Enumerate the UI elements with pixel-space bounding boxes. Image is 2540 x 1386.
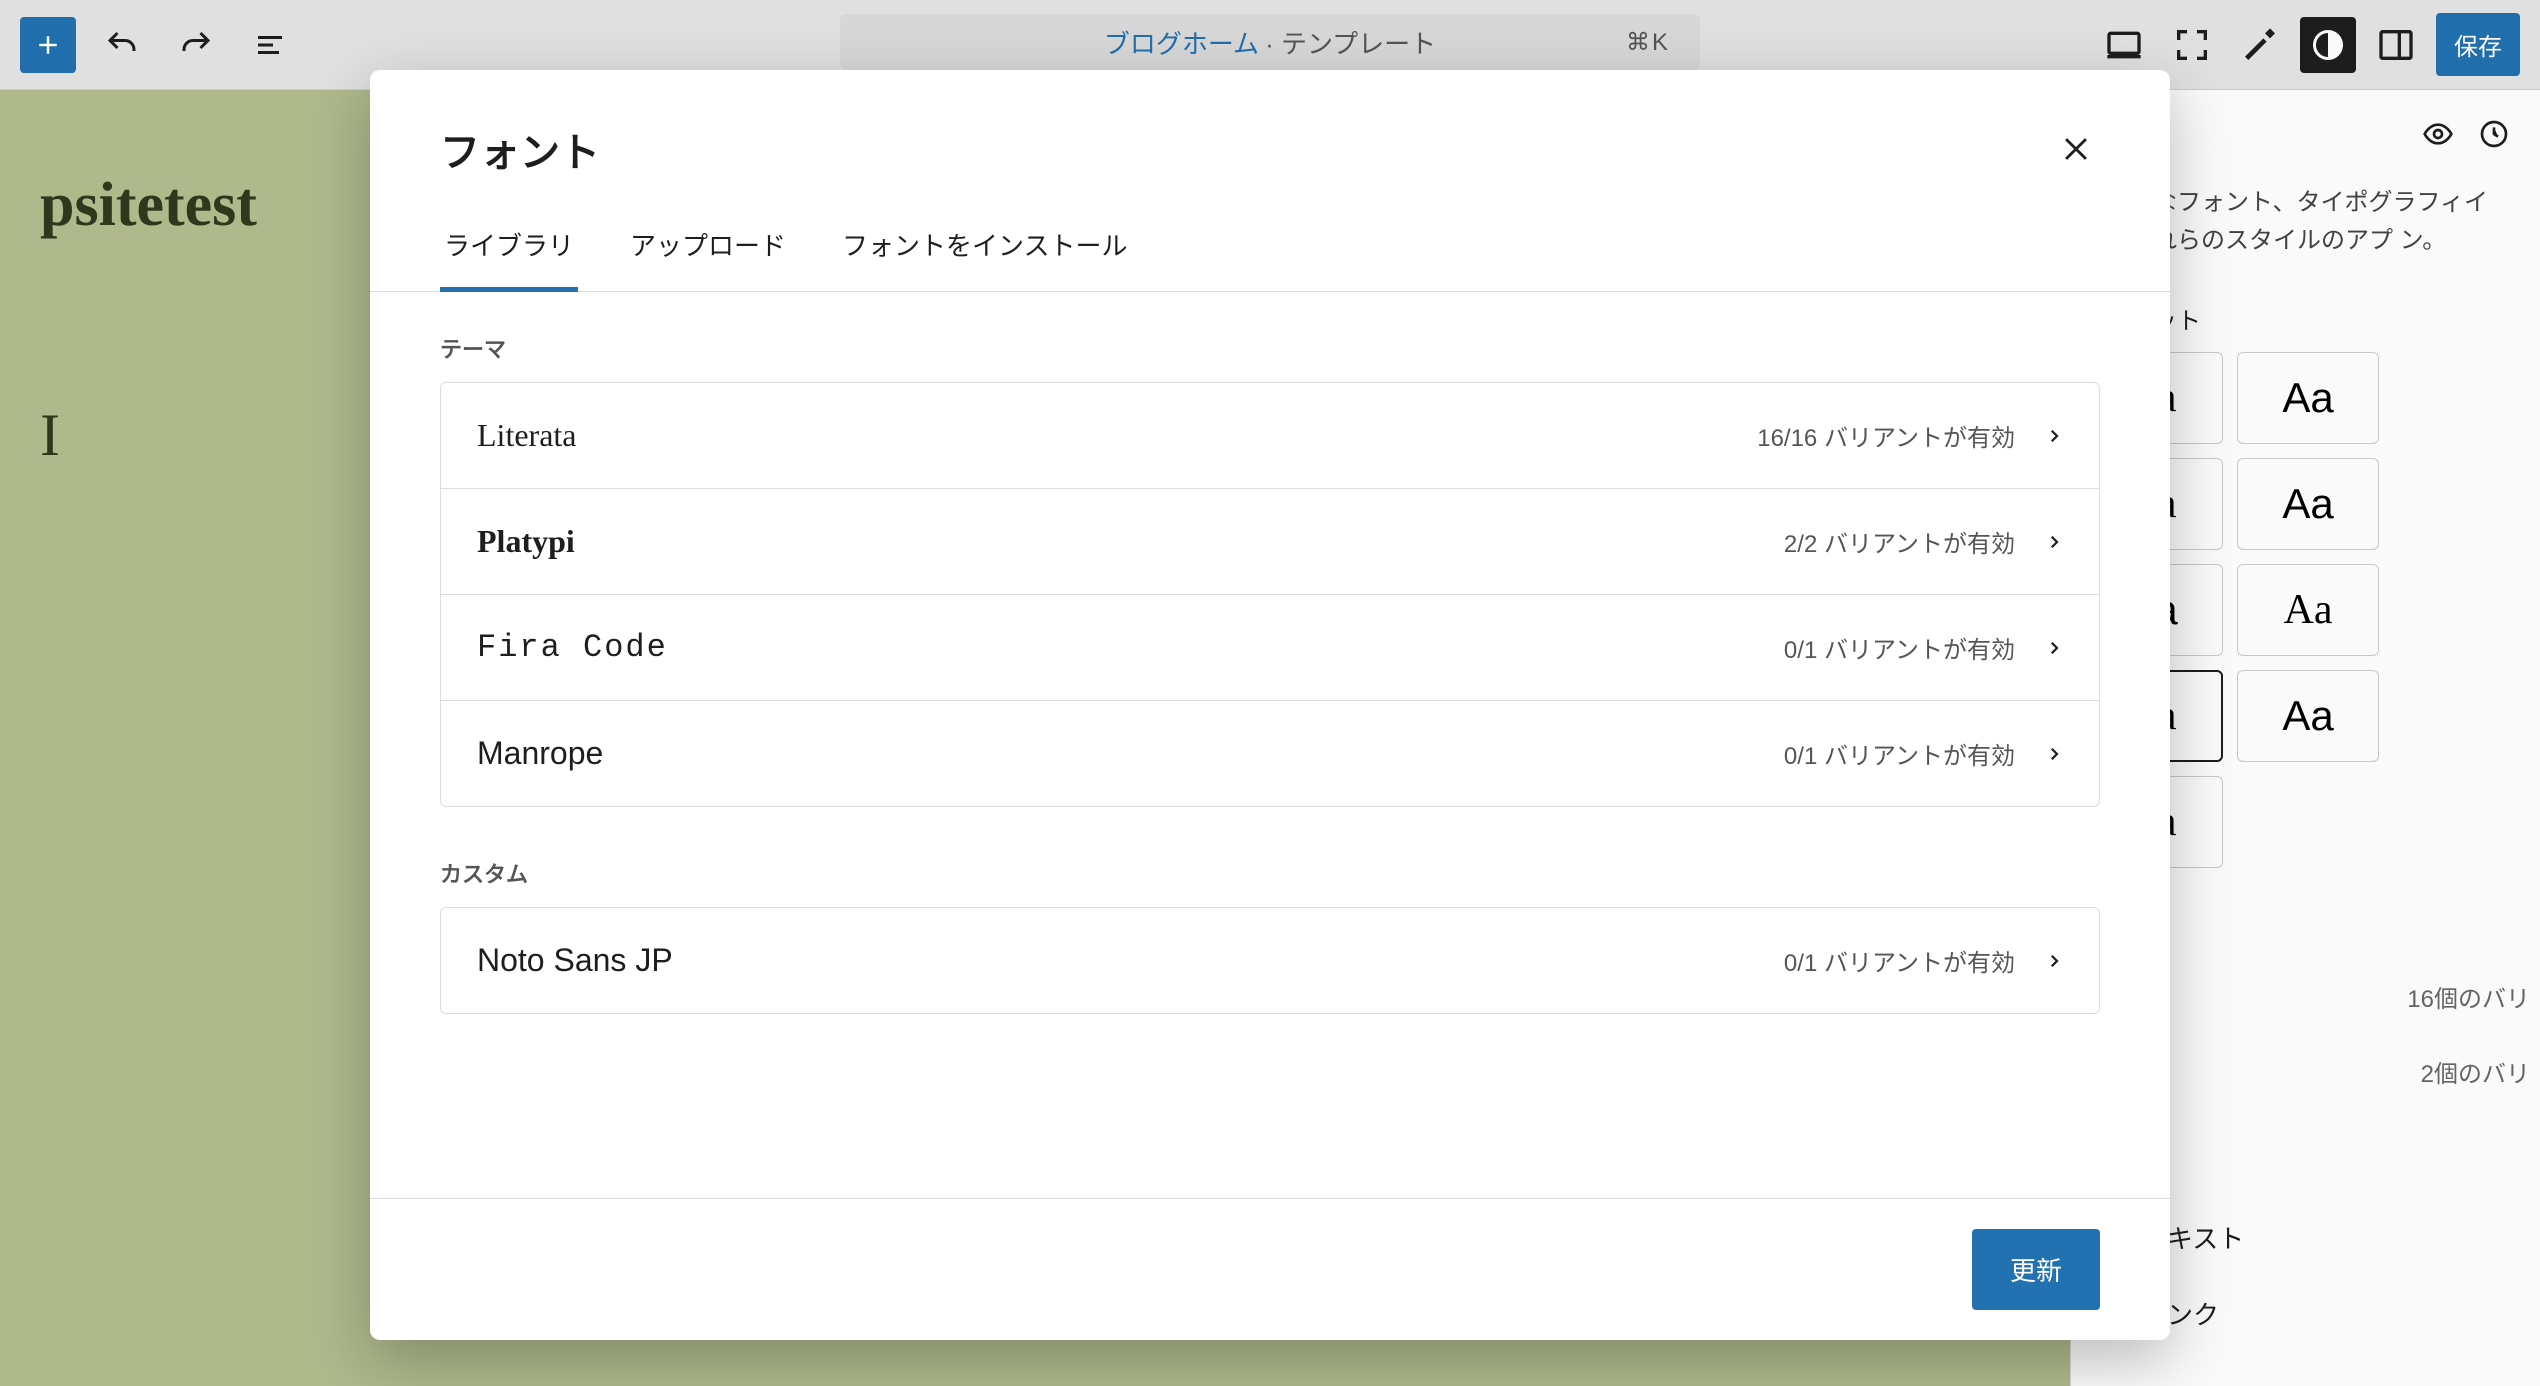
tab-upload[interactable]: アップロード (626, 208, 790, 292)
update-button[interactable]: 更新 (1972, 1229, 2100, 1310)
modal-close-button[interactable] (2052, 125, 2100, 173)
font-name: Noto Sans JP (477, 942, 673, 979)
font-name: Platypi (477, 523, 575, 560)
theme-section-label: テーマ (440, 332, 2100, 364)
font-row-fira-code[interactable]: Fira Code 0/1 バリアントが有効 (441, 595, 2099, 701)
font-row-noto-sans-jp[interactable]: Noto Sans JP 0/1 バリアントが有効 (441, 908, 2099, 1013)
tab-install[interactable]: フォントをインストール (838, 208, 1131, 292)
font-row-meta: 0/1 バリアントが有効 (1784, 943, 2063, 978)
font-library-modal: フォント ライブラリ アップロード フォントをインストール テーマ Litera… (370, 70, 2170, 1340)
font-name: Literata (477, 417, 576, 454)
tab-library[interactable]: ライブラリ (440, 208, 578, 292)
close-icon (2059, 132, 2093, 166)
font-row-platypi[interactable]: Platypi 2/2 バリアントが有効 (441, 489, 2099, 595)
font-row-manrope[interactable]: Manrope 0/1 バリアントが有効 (441, 701, 2099, 806)
font-name: Fira Code (477, 629, 668, 666)
font-row-meta: 2/2 バリアントが有効 (1784, 524, 2063, 559)
variant-count: 0/1 バリアントが有効 (1784, 943, 2015, 978)
font-row-literata[interactable]: Literata 16/16 バリアントが有効 (441, 383, 2099, 489)
variant-count: 2/2 バリアントが有効 (1784, 524, 2015, 559)
variant-count: 0/1 バリアントが有効 (1784, 736, 2015, 771)
chevron-right-icon (2045, 533, 2063, 551)
font-row-meta: 0/1 バリアントが有効 (1784, 630, 2063, 665)
chevron-right-icon (2045, 952, 2063, 970)
modal-header: フォント (370, 70, 2170, 208)
custom-section-label: カスタム (440, 857, 2100, 889)
chevron-right-icon (2045, 745, 2063, 763)
modal-title: フォント (440, 120, 600, 178)
font-row-meta: 16/16 バリアントが有効 (1757, 418, 2063, 453)
modal-tabs: ライブラリ アップロード フォントをインストール (370, 208, 2170, 292)
chevron-right-icon (2045, 639, 2063, 657)
custom-font-group: Noto Sans JP 0/1 バリアントが有効 (440, 907, 2100, 1014)
theme-font-group: Literata 16/16 バリアントが有効 Platypi 2/2 バリアン… (440, 382, 2100, 807)
modal-footer: 更新 (370, 1198, 2170, 1340)
variant-count: 0/1 バリアントが有効 (1784, 630, 2015, 665)
font-name: Manrope (477, 735, 603, 772)
variant-count: 16/16 バリアントが有効 (1757, 418, 2015, 453)
font-row-meta: 0/1 バリアントが有効 (1784, 736, 2063, 771)
chevron-right-icon (2045, 427, 2063, 445)
modal-body: テーマ Literata 16/16 バリアントが有効 Platypi 2/2 … (370, 292, 2170, 1198)
